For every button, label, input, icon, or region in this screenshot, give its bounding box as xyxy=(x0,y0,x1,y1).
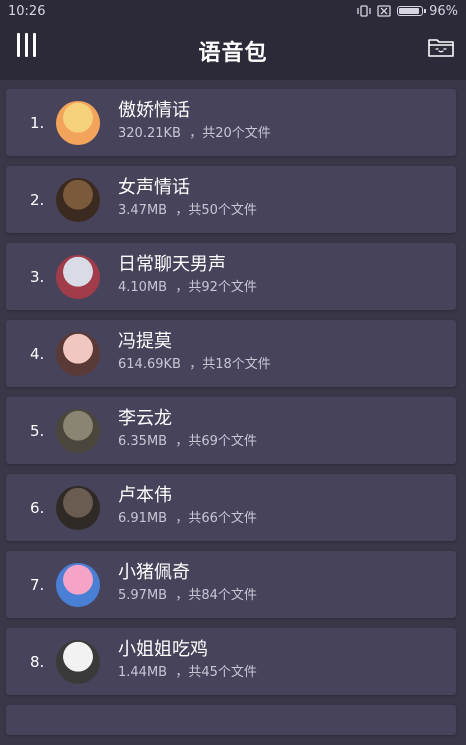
list-item[interactable]: 2. 女声情话 3.47MB ，共50个文件 xyxy=(6,166,456,233)
list-item[interactable]: 4. 冯提莫 614.69KB ，共18个文件 xyxy=(6,320,456,387)
sim-off-icon xyxy=(377,5,391,17)
list-item[interactable]: 1. 傲娇情话 320.21KB ，共20个文件 xyxy=(6,89,456,156)
item-index: 7. xyxy=(30,575,45,594)
list-item[interactable]: 6. 卢本伟 6.91MB ，共66个文件 xyxy=(6,474,456,541)
menu-icon xyxy=(16,33,20,57)
avatar xyxy=(56,639,100,684)
avatar xyxy=(56,331,100,376)
status-bar: 10:26 96% xyxy=(0,0,466,22)
item-name: 冯提莫 xyxy=(118,331,172,352)
app-header: 语音包 xyxy=(0,22,466,80)
avatar xyxy=(56,485,100,530)
item-size: 3.47MB xyxy=(118,203,168,218)
avatar xyxy=(56,254,100,299)
vibrate-icon xyxy=(357,5,371,17)
item-file-count: ，共84个文件 xyxy=(175,588,257,603)
list-item[interactable]: 8. 小姐姐吃鸡 1.44MB ，共45个文件 xyxy=(6,628,456,695)
item-file-count: ，共69个文件 xyxy=(175,434,257,449)
item-name: 傲娇情话 xyxy=(118,100,190,121)
list-item[interactable]: 5. 李云龙 6.35MB ，共69个文件 xyxy=(6,397,456,464)
item-name: 李云龙 xyxy=(118,408,172,429)
item-size: 6.35MB xyxy=(118,434,168,449)
list-item[interactable]: 7. 小猪佩奇 5.97MB ，共84个文件 xyxy=(6,551,456,618)
page-title: 语音包 xyxy=(198,41,268,66)
item-index: 3. xyxy=(30,267,45,286)
item-size: 5.97MB xyxy=(118,588,168,603)
list-item[interactable]: 3. 日常聊天男声 4.10MB ，共92个文件 xyxy=(6,243,456,310)
item-index: 2. xyxy=(30,190,45,209)
item-index: 1. xyxy=(30,113,45,132)
status-icons: 96% xyxy=(357,4,458,19)
item-file-count: ，共66个文件 xyxy=(175,511,257,526)
avatar xyxy=(56,562,100,607)
item-size: 320.21KB xyxy=(118,126,181,141)
item-file-count: ，共50个文件 xyxy=(175,203,257,218)
item-name: 小姐姐吃鸡 xyxy=(118,639,208,660)
battery-level: 96% xyxy=(429,3,458,19)
item-size: 4.10MB xyxy=(118,280,168,295)
item-file-count: ，共18个文件 xyxy=(189,357,271,372)
item-file-count: ，共92个文件 xyxy=(175,280,257,295)
item-name: 卢本伟 xyxy=(118,485,172,506)
item-file-count: ，共45个文件 xyxy=(175,665,257,680)
list-item[interactable] xyxy=(6,705,456,735)
item-name: 女声情话 xyxy=(118,177,190,198)
avatar xyxy=(56,100,100,145)
item-index: 8. xyxy=(30,652,45,671)
battery-icon xyxy=(397,6,427,16)
folder-button[interactable] xyxy=(426,34,456,60)
item-file-count: ，共20个文件 xyxy=(189,126,271,141)
avatar xyxy=(56,177,100,222)
item-size: 6.91MB xyxy=(118,511,168,526)
item-index: 4. xyxy=(30,344,45,363)
menu-button[interactable] xyxy=(14,33,38,57)
item-name: 小猪佩奇 xyxy=(118,562,190,583)
item-size: 614.69KB xyxy=(118,357,181,372)
item-size: 1.44MB xyxy=(118,665,168,680)
status-time: 10:26 xyxy=(8,3,46,19)
voice-pack-list: 1. 傲娇情话 320.21KB ，共20个文件 2. 女声情话 3.47MB … xyxy=(6,89,456,745)
item-name: 日常聊天男声 xyxy=(118,254,226,275)
item-index: 6. xyxy=(30,498,45,517)
item-index: 5. xyxy=(30,421,45,440)
avatar xyxy=(56,408,100,453)
folder-icon xyxy=(428,39,454,57)
